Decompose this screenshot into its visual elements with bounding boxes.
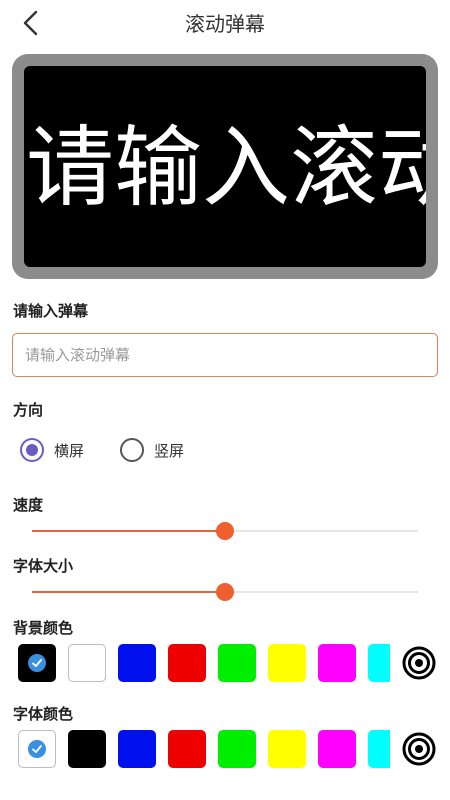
color-swatch[interactable]: [368, 730, 390, 768]
color-swatch[interactable]: [168, 730, 206, 768]
checkmark-icon: [28, 740, 46, 758]
radio-portrait[interactable]: 竖屏: [120, 437, 184, 463]
background-color-label: 背景颜色: [13, 619, 74, 637]
danmaku-input-label: 请输入弹幕: [13, 302, 89, 320]
danmaku-input[interactable]: [12, 333, 438, 377]
font-size-label: 字体大小: [13, 557, 74, 575]
color-swatch[interactable]: [68, 644, 106, 682]
preview-scrolling-text: 请输入滚动弹幕: [26, 116, 426, 219]
color-swatch[interactable]: [218, 730, 256, 768]
color-swatch[interactable]: [168, 644, 206, 682]
radio-portrait-indicator: [120, 438, 144, 462]
slider-thumb[interactable]: [216, 583, 234, 601]
checkmark-icon: [28, 654, 46, 672]
speed-label: 速度: [13, 496, 44, 514]
direction-label: 方向: [13, 401, 44, 419]
color-swatch[interactable]: [18, 730, 56, 768]
color-swatch[interactable]: [18, 644, 56, 682]
radio-portrait-label: 竖屏: [154, 441, 185, 460]
app-header: 滚动弹幕: [0, 0, 450, 44]
slider-fill: [32, 591, 225, 593]
color-picker-target-icon[interactable]: [402, 646, 436, 680]
color-swatch[interactable]: [268, 730, 306, 768]
color-swatch[interactable]: [318, 644, 356, 682]
radio-landscape[interactable]: 横屏: [20, 437, 84, 463]
color-swatch[interactable]: [118, 730, 156, 768]
speed-slider[interactable]: [32, 519, 418, 543]
font-color-swatches: [18, 730, 438, 770]
color-swatch[interactable]: [218, 644, 256, 682]
slider-fill: [32, 530, 225, 532]
slider-thumb[interactable]: [216, 522, 234, 540]
preview-screen: 请输入滚动弹幕: [24, 66, 426, 267]
color-swatch[interactable]: [68, 730, 106, 768]
color-swatch[interactable]: [118, 644, 156, 682]
background-color-swatches: [18, 644, 438, 684]
color-swatch[interactable]: [318, 730, 356, 768]
color-picker-target-icon[interactable]: [402, 732, 436, 766]
font-color-label: 字体颜色: [13, 705, 74, 723]
color-swatch[interactable]: [268, 644, 306, 682]
radio-landscape-label: 横屏: [54, 441, 85, 460]
preview-frame: 请输入滚动弹幕: [12, 54, 438, 279]
font-size-slider[interactable]: [32, 580, 418, 604]
radio-landscape-indicator: [20, 438, 44, 462]
page-title: 滚动弹幕: [185, 12, 265, 36]
color-swatch[interactable]: [368, 644, 390, 682]
